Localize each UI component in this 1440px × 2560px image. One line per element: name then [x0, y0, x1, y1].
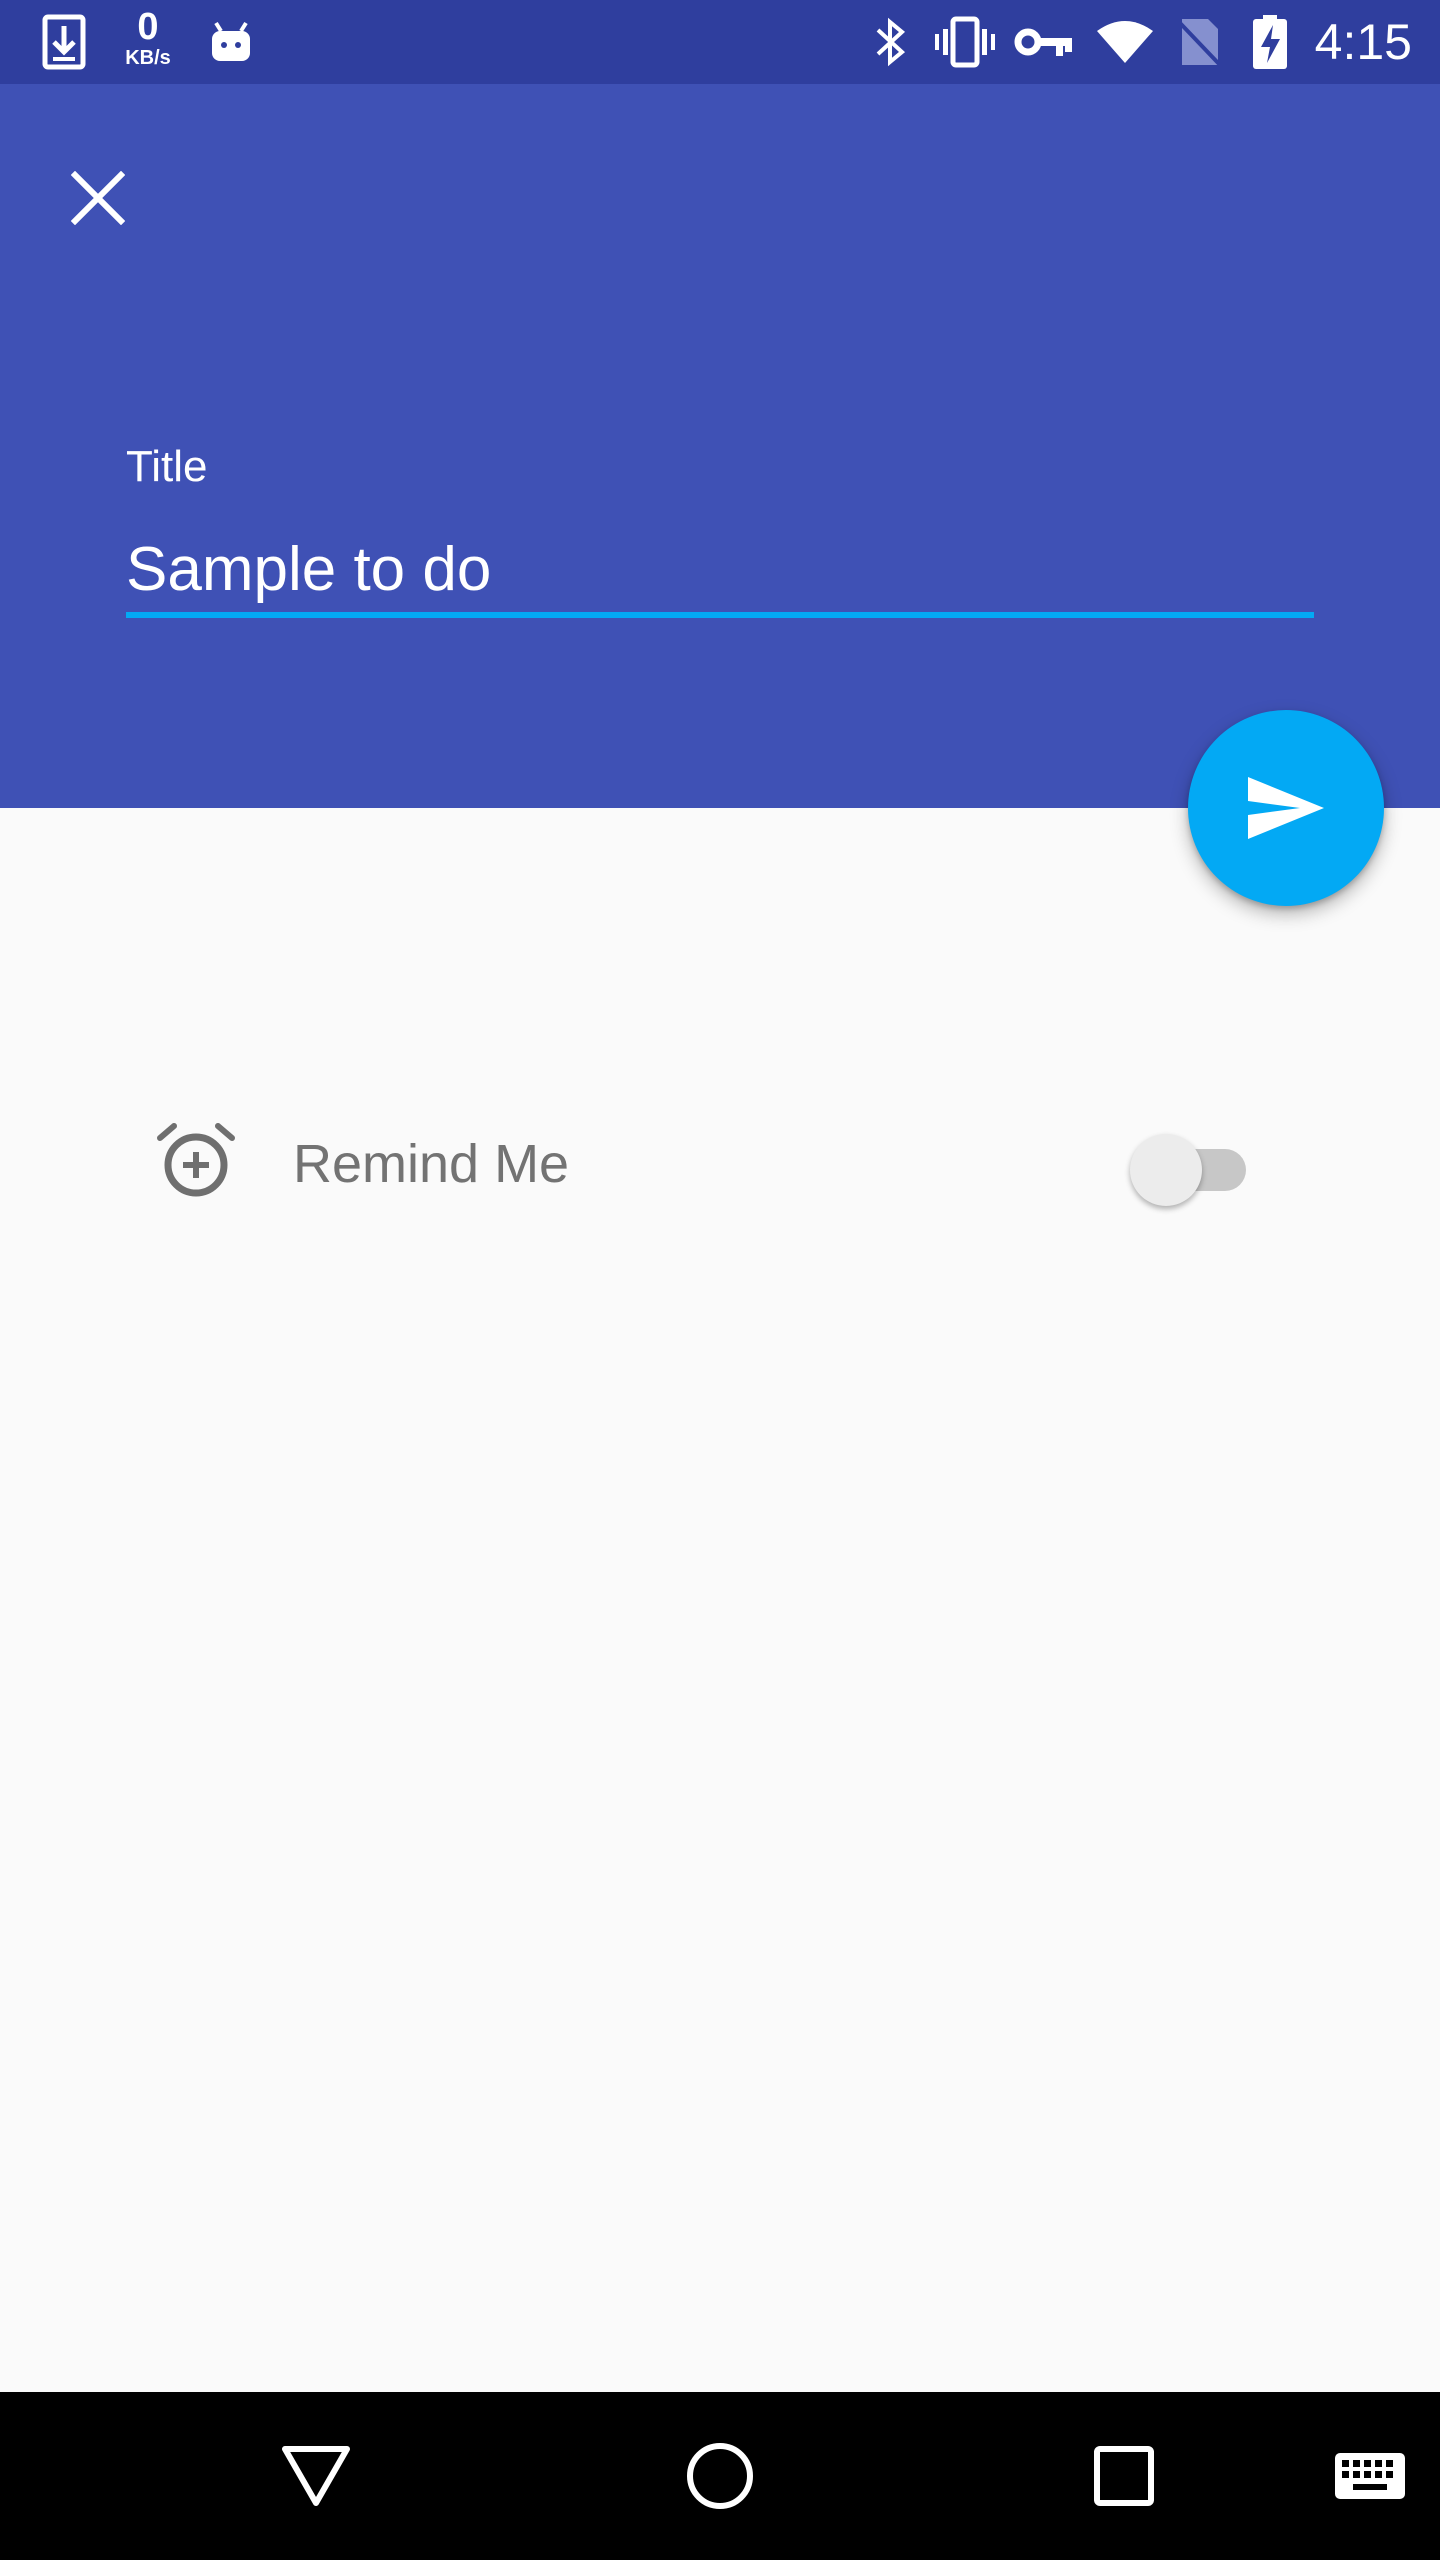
title-field-label: Title	[126, 442, 208, 491]
navigation-bar	[0, 2392, 1440, 2560]
recents-button[interactable]	[1064, 2392, 1184, 2560]
net-speed-indicator: 0 KB/s	[118, 8, 178, 76]
vpn-key-icon	[1012, 0, 1076, 84]
vibrate-icon	[930, 0, 1000, 84]
switch-thumb	[1130, 1134, 1202, 1206]
title-input[interactable]	[126, 524, 1314, 614]
alarm-add-icon	[156, 1122, 236, 1202]
home-icon	[687, 2443, 753, 2509]
recents-icon	[1094, 2446, 1154, 2506]
send-icon	[1248, 777, 1324, 839]
back-icon	[282, 2446, 350, 2506]
close-button[interactable]	[56, 156, 140, 240]
remind-me-switch[interactable]	[1130, 1126, 1250, 1206]
close-icon	[71, 171, 125, 225]
screen: 0 KB/s 4:15 Title Sample to do Remind Me	[0, 0, 1440, 2560]
net-speed-unit: KB/s	[125, 47, 171, 69]
keyboard-icon	[1335, 2453, 1405, 2499]
back-button[interactable]	[256, 2392, 376, 2560]
home-button[interactable]	[660, 2392, 780, 2560]
robot-icon	[206, 0, 256, 84]
download-icon	[34, 0, 94, 84]
remind-me-label: Remind Me	[293, 1134, 570, 1194]
bluetooth-icon	[866, 0, 916, 84]
net-speed-value: 0	[137, 6, 159, 48]
wifi-icon	[1094, 0, 1156, 84]
keyboard-button[interactable]	[1320, 2392, 1420, 2560]
status-clock: 4:15	[1314, 14, 1412, 70]
send-button[interactable]	[1188, 710, 1384, 906]
status-bar: 0 KB/s 4:15	[0, 0, 1440, 84]
no-sim-icon	[1174, 0, 1226, 84]
title-input-underline	[126, 612, 1314, 618]
editor-header: Title	[0, 84, 1440, 808]
battery-charging-icon	[1250, 0, 1290, 84]
